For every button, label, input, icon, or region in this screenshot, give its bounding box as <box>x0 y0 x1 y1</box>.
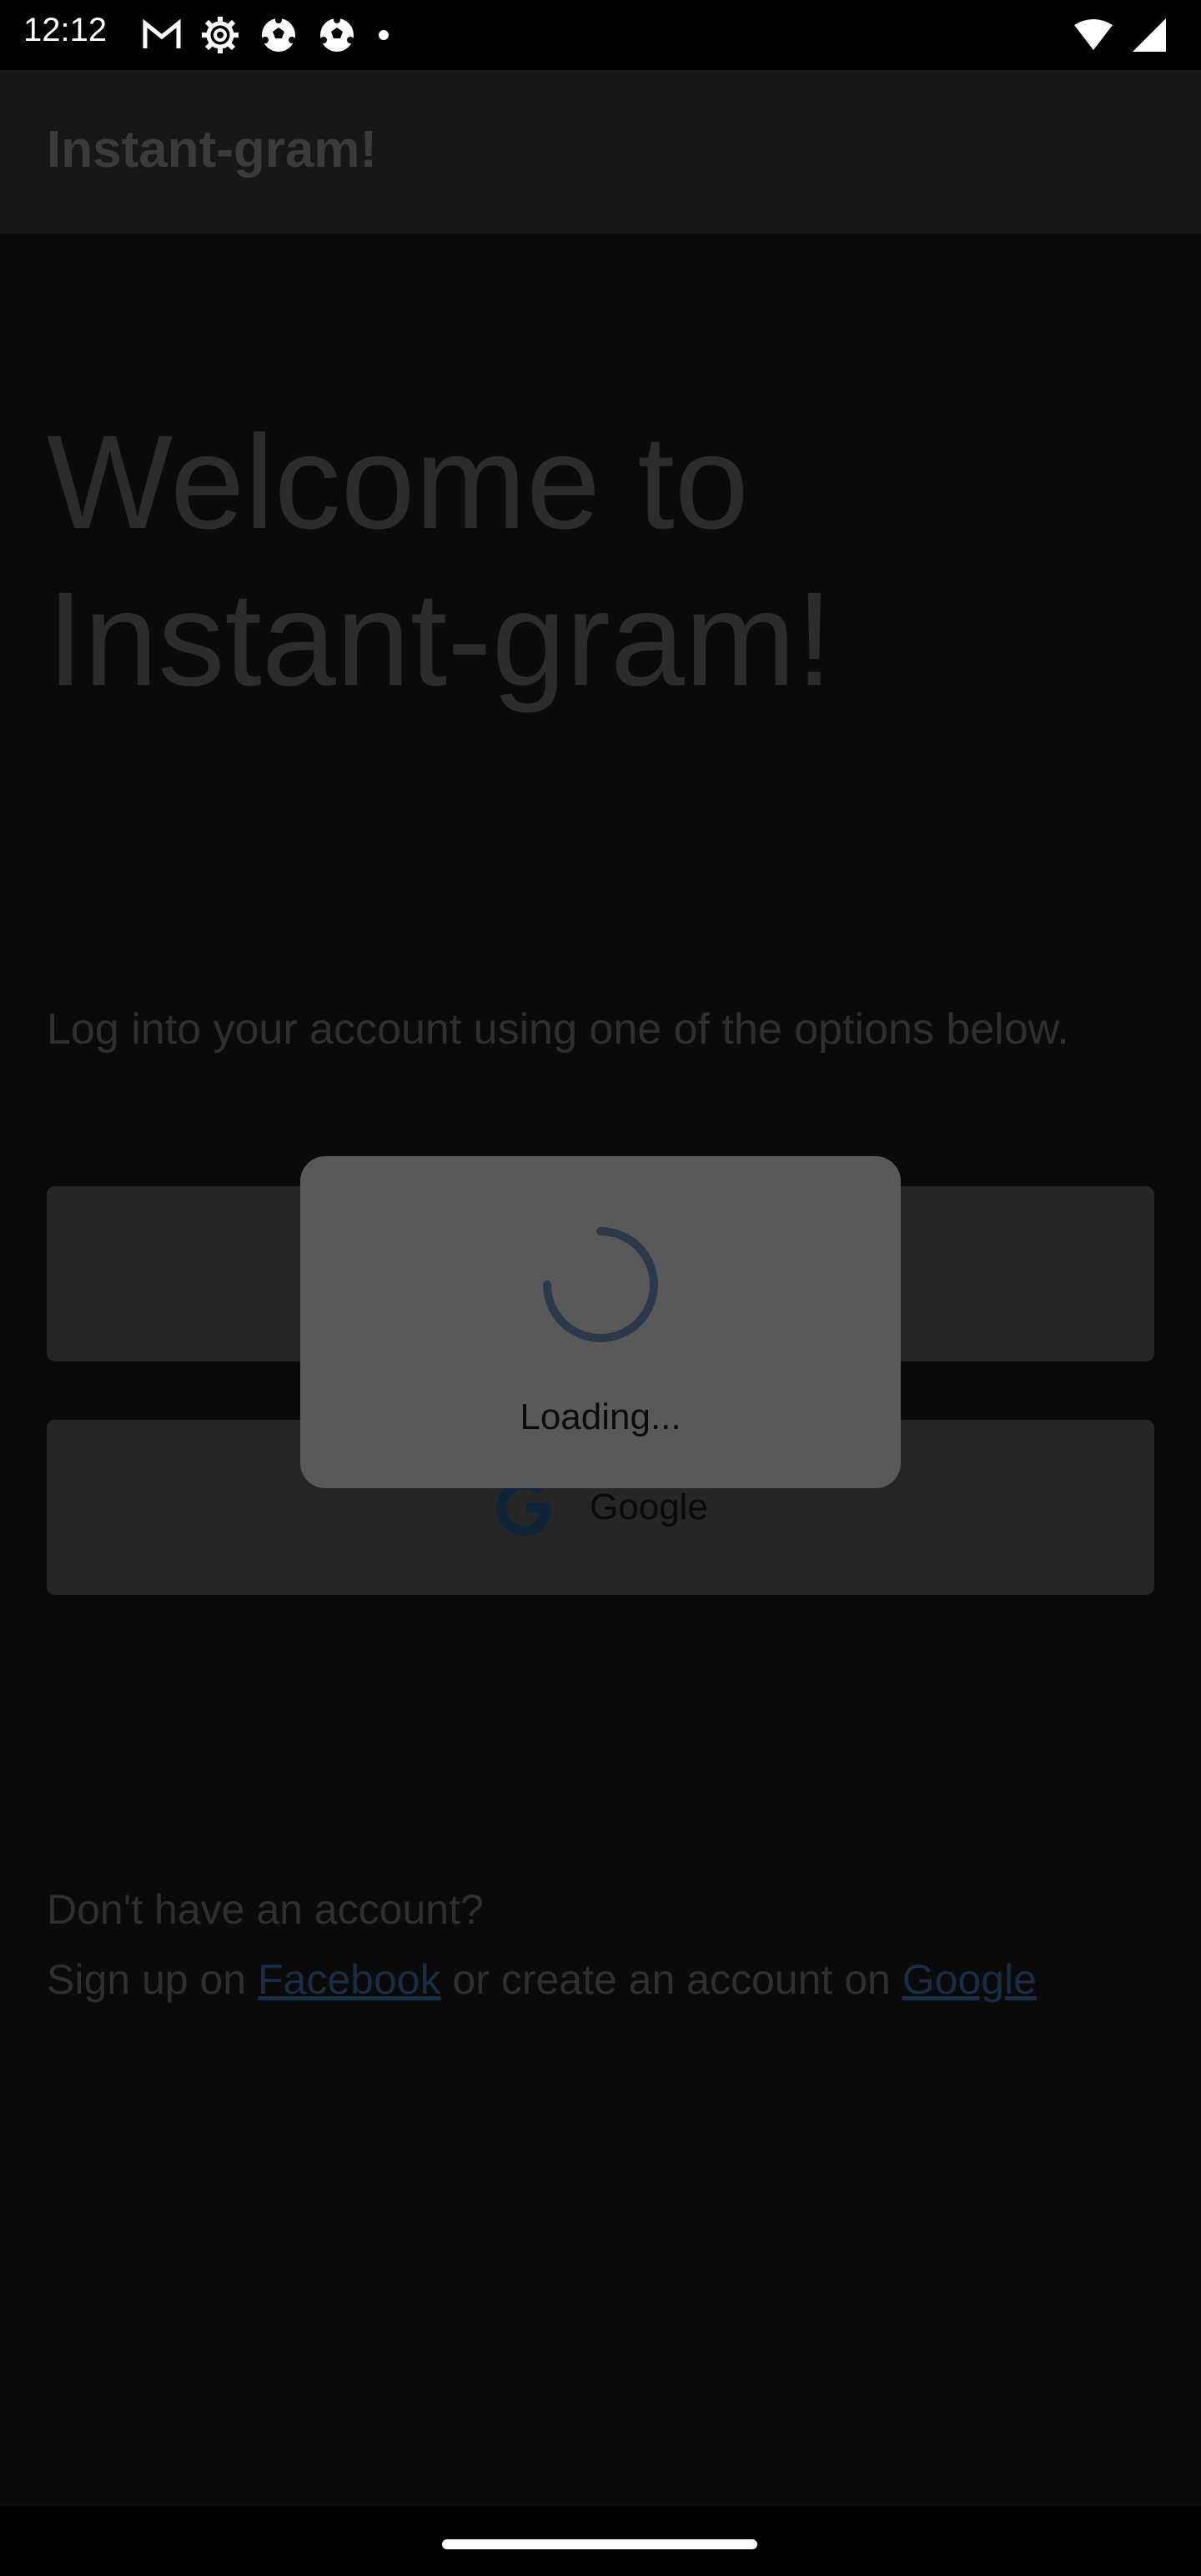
facebook-signup-link[interactable]: Facebook <box>258 1956 441 2003</box>
navigation-bar <box>0 2506 1201 2576</box>
google-signup-link[interactable]: Google <box>902 1956 1037 2003</box>
loading-dialog: Loading... <box>300 1156 901 1488</box>
settings-icon <box>202 17 239 53</box>
soccer-ball-icon <box>320 17 354 52</box>
status-icons-left <box>142 15 392 55</box>
dot-icon <box>379 30 389 40</box>
wifi-icon <box>1074 19 1113 50</box>
soccer-ball-icon <box>262 17 295 52</box>
gmail-icon <box>143 18 181 48</box>
loading-spinner-icon <box>543 1227 658 1342</box>
signal-icon <box>1133 18 1166 52</box>
no-account-text: Don't have an account? <box>47 1886 484 1933</box>
google-button-label: Google <box>590 1487 708 1527</box>
status-time: 12:12 <box>23 12 108 48</box>
welcome-line-1: Welcome to <box>47 407 749 556</box>
home-handle[interactable] <box>442 2539 757 2549</box>
app-bar: Instant-gram! <box>0 70 1201 234</box>
app-title: Instant-gram! <box>47 121 378 179</box>
welcome-heading: Welcome to Instant-gram! <box>47 404 1048 717</box>
signup-text: Sign up on Facebook or create an account… <box>47 1955 1181 2004</box>
status-bar: 12:12 <box>0 0 1201 70</box>
loading-text: Loading... <box>520 1396 681 1437</box>
status-icons-right <box>1073 15 1168 55</box>
app-screen: Instant-gram! Welcome to Instant-gram! L… <box>0 70 1201 2506</box>
welcome-line-2: Instant-gram! <box>47 564 833 713</box>
signup-prefix: Sign up on <box>47 1956 258 2003</box>
login-instructions: Log into your account using one of the o… <box>47 1005 1069 1054</box>
signup-middle: or create an account on <box>440 1956 902 2003</box>
